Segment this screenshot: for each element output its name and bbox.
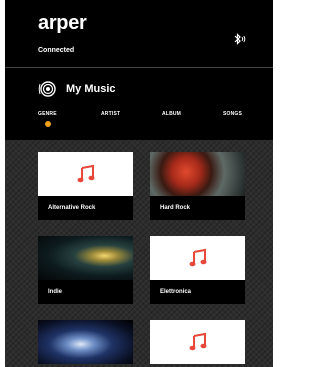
genre-grid: Alternative Rock Hard Rock Indie Elettro… — [5, 140, 273, 367]
tab-genre[interactable]: GENRE — [38, 111, 57, 117]
brand-name: arper — [38, 12, 87, 34]
tab-artist[interactable]: ARTIST — [101, 111, 120, 117]
header-bar: arper Connected — [5, 0, 273, 68]
genre-art — [150, 236, 245, 280]
green-gold-abstract-image — [38, 236, 133, 280]
music-note-icon — [189, 332, 206, 351]
red-abstract-image — [150, 152, 245, 196]
active-tab-indicator — [45, 121, 51, 127]
genre-label: Hard Rock — [150, 196, 245, 220]
speaker-icon — [38, 81, 56, 97]
music-note-icon — [189, 248, 206, 267]
bluetooth-icon[interactable] — [231, 32, 247, 46]
music-navigation: My Music GENRE ARTIST ALBUM SONGS — [5, 70, 273, 140]
page-title: My Music — [66, 83, 116, 95]
music-note-icon — [77, 164, 94, 183]
blue-abstract-image — [38, 320, 133, 364]
app-frame: arper Connected My Music GENRE ARTIST AL… — [5, 0, 273, 367]
genre-label: Elettronica — [150, 280, 245, 304]
genre-label: Alternative Rock — [38, 196, 133, 220]
genre-art — [38, 152, 133, 196]
tab-album[interactable]: ALBUM — [162, 111, 181, 117]
connection-status: Connected — [38, 47, 75, 54]
genre-art — [150, 320, 245, 364]
tab-songs[interactable]: SONGS — [223, 111, 242, 117]
genre-label: Indie — [38, 280, 133, 304]
